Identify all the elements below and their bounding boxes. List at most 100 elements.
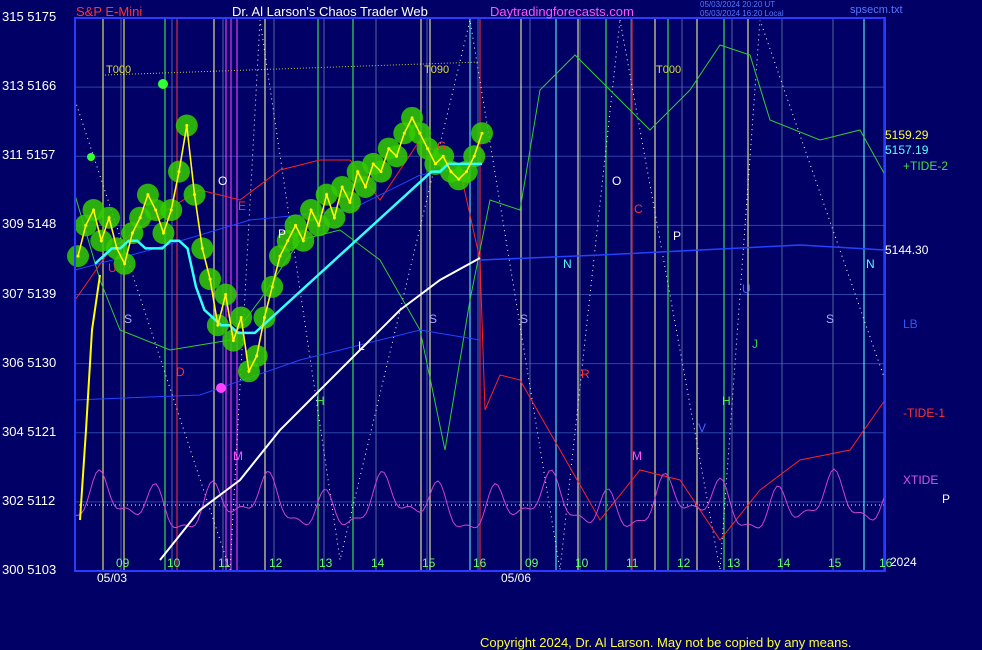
cycle-annotation: E bbox=[238, 199, 247, 213]
data-point bbox=[286, 239, 290, 243]
x-tick-label: 11 bbox=[218, 556, 231, 570]
price-halo bbox=[67, 106, 493, 383]
date-label-1: 05/03 bbox=[97, 571, 128, 585]
data-point bbox=[270, 285, 274, 289]
chart-title: Dr. Al Larson's Chaos Trader Web bbox=[232, 4, 428, 19]
x-tick-label: 09 bbox=[525, 556, 539, 570]
copyright: Copyright 2024, Dr. Al Larson. May not b… bbox=[480, 635, 852, 650]
xtide-label: XTIDE bbox=[903, 473, 939, 487]
data-point bbox=[161, 231, 165, 235]
data-point bbox=[146, 193, 150, 197]
cycle-annotation: S bbox=[826, 312, 835, 326]
data-point bbox=[356, 170, 360, 174]
cycle-annotation: N bbox=[866, 257, 875, 271]
data-point bbox=[262, 316, 266, 320]
data-point bbox=[224, 293, 228, 296]
x-tick-label: 10 bbox=[575, 556, 589, 570]
data-point bbox=[457, 177, 461, 181]
x-tick-label: 13 bbox=[727, 556, 741, 570]
tide-minus-label: -TIDE-1 bbox=[903, 406, 945, 420]
data-point bbox=[301, 239, 305, 243]
year-label: 2024 bbox=[890, 555, 917, 569]
data-point bbox=[115, 246, 119, 250]
cycle-annotation: P bbox=[673, 229, 682, 243]
x-tick-label: 12 bbox=[677, 556, 691, 570]
cycle-annotation: M bbox=[233, 449, 243, 463]
data-point bbox=[379, 170, 383, 174]
data-point bbox=[294, 223, 298, 227]
data-point bbox=[371, 162, 375, 166]
cycle-annotation: U bbox=[108, 261, 117, 275]
cycle-annotation: V bbox=[698, 421, 707, 435]
x-tick-label: 12 bbox=[269, 556, 283, 570]
data-point bbox=[130, 231, 134, 235]
cycle-annotation: S bbox=[124, 312, 133, 326]
data-point bbox=[449, 170, 453, 174]
timestamp-local: 05/03/2024 16:20 Local bbox=[700, 9, 784, 18]
marker-t000-1: T000 bbox=[106, 64, 132, 76]
data-point bbox=[208, 277, 212, 281]
data-point bbox=[332, 216, 336, 220]
data-point bbox=[193, 193, 197, 197]
cycle-annotation: O bbox=[612, 174, 622, 188]
y-tick-label: 307 5139 bbox=[2, 285, 57, 301]
x-tick-label: 16 bbox=[473, 556, 487, 570]
y-tick-label: 306 5130 bbox=[2, 354, 57, 370]
data-point bbox=[325, 193, 329, 197]
price-label-1: 5159.29 bbox=[885, 128, 929, 142]
x-tick-label: 15 bbox=[828, 556, 842, 570]
cycle-annotation: H bbox=[722, 394, 731, 408]
p-label: P bbox=[942, 492, 951, 506]
x-tick-label: 14 bbox=[777, 556, 791, 570]
low-marker bbox=[216, 383, 226, 393]
data-point bbox=[216, 323, 220, 327]
data-point bbox=[99, 239, 103, 243]
data-point bbox=[278, 254, 282, 258]
data-point bbox=[317, 223, 321, 227]
cycle-annotation: S bbox=[429, 312, 438, 326]
data-point bbox=[154, 208, 158, 212]
y-tick-label: 313 5166 bbox=[2, 78, 57, 94]
cycle-annotation: H bbox=[316, 394, 325, 408]
data-point bbox=[123, 262, 127, 266]
cycle-annotation: M bbox=[632, 449, 642, 463]
cycle-annotation: R bbox=[581, 367, 590, 381]
long-average-curve bbox=[159, 257, 481, 561]
x-tick-label: 16 bbox=[879, 556, 893, 570]
data-point bbox=[480, 131, 484, 135]
data-point bbox=[200, 246, 204, 250]
data-point bbox=[247, 369, 251, 373]
x-tick-label: 14 bbox=[371, 556, 385, 570]
cycle-annotation: G bbox=[437, 139, 447, 153]
data-point bbox=[363, 185, 367, 189]
price-label-2: 5157.19 bbox=[885, 143, 929, 157]
data-point bbox=[395, 154, 399, 158]
early-high-marker bbox=[87, 153, 95, 161]
cycle-annotation: U bbox=[742, 282, 751, 296]
tide-plus-label: +TIDE-2 bbox=[903, 159, 949, 173]
cycle-annotation: D bbox=[176, 365, 185, 379]
data-point bbox=[255, 354, 259, 358]
cycle-annotation: N bbox=[563, 257, 572, 271]
cycle-annotation: J bbox=[752, 337, 758, 351]
site-link[interactable]: Daytradingforecasts.com bbox=[490, 5, 634, 18]
y-tick-label: 302 5112 bbox=[2, 492, 56, 508]
data-point bbox=[177, 170, 181, 174]
data-point bbox=[418, 131, 422, 135]
date-label-2: 05/06 bbox=[501, 571, 532, 585]
data-point bbox=[387, 147, 391, 151]
data-point bbox=[169, 208, 173, 212]
data-point bbox=[441, 154, 445, 158]
cycle-annotation: L bbox=[358, 339, 365, 353]
data-point bbox=[410, 116, 414, 120]
price-label-3: 5144.30 bbox=[885, 243, 929, 257]
data-point bbox=[107, 216, 111, 220]
x-tick-label: 09 bbox=[116, 556, 130, 570]
data-point bbox=[309, 208, 313, 212]
early-price-curve bbox=[79, 274, 101, 521]
data-point bbox=[76, 254, 80, 258]
data-point bbox=[426, 147, 430, 151]
lb-label: LB bbox=[903, 317, 918, 331]
data-point bbox=[92, 208, 96, 212]
data-point bbox=[231, 339, 235, 343]
